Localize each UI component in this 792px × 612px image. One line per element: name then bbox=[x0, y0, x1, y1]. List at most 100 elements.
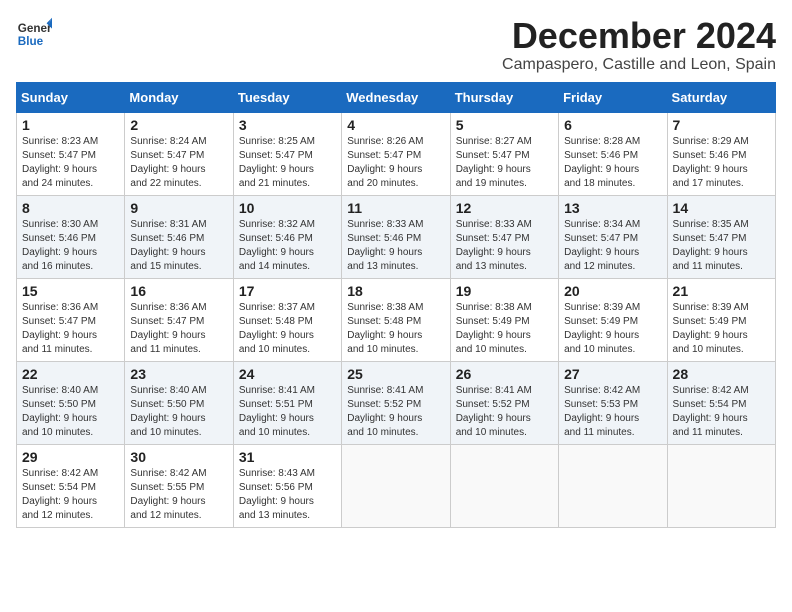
day-number: 29 bbox=[22, 449, 119, 465]
day-info: Sunrise: 8:26 AM Sunset: 5:47 PM Dayligh… bbox=[347, 135, 444, 191]
day-number: 21 bbox=[673, 283, 770, 299]
day-info: Sunrise: 8:30 AM Sunset: 5:46 PM Dayligh… bbox=[22, 218, 119, 274]
svg-text:Blue: Blue bbox=[18, 35, 44, 48]
day-number: 27 bbox=[564, 366, 661, 382]
calendar-cell: 28 Sunrise: 8:42 AM Sunset: 5:54 PM Dayli… bbox=[667, 361, 775, 444]
day-number: 3 bbox=[239, 117, 336, 133]
day-number: 15 bbox=[22, 283, 119, 299]
calendar-cell: 1 Sunrise: 8:23 AM Sunset: 5:47 PM Daylig… bbox=[17, 112, 125, 195]
day-number: 24 bbox=[239, 366, 336, 382]
calendar-cell: 25Sunrise: 8:41 AM Sunset: 5:52 PM Dayli… bbox=[342, 361, 450, 444]
calendar-cell: 11 Sunrise: 8:33 AM Sunset: 5:46 PM Dayli… bbox=[342, 195, 450, 278]
day-number: 30 bbox=[130, 449, 227, 465]
day-number: 28 bbox=[673, 366, 770, 382]
day-info: Sunrise: 8:41 AM Sunset: 5:52 PM Dayligh… bbox=[456, 384, 553, 440]
day-info: Sunrise: 8:35 AM Sunset: 5:47 PM Dayligh… bbox=[673, 218, 770, 274]
logo: General Blue bbox=[16, 16, 52, 52]
days-header-row: SundayMondayTuesdayWednesdayThursdayFrid… bbox=[17, 82, 776, 112]
day-number: 7 bbox=[673, 117, 770, 133]
day-number: 23 bbox=[130, 366, 227, 382]
calendar-cell: 7 Sunrise: 8:29 AM Sunset: 5:46 PM Daylig… bbox=[667, 112, 775, 195]
calendar-cell: 19 Sunrise: 8:38 AM Sunset: 5:49 PM Dayli… bbox=[450, 278, 558, 361]
calendar-cell: 3 Sunrise: 8:25 AM Sunset: 5:47 PM Daylig… bbox=[233, 112, 341, 195]
day-info: Sunrise: 8:38 AM Sunset: 5:48 PM Dayligh… bbox=[347, 301, 444, 357]
day-number: 6 bbox=[564, 117, 661, 133]
day-number: 13 bbox=[564, 200, 661, 216]
day-number: 2 bbox=[130, 117, 227, 133]
day-number: 5 bbox=[456, 117, 553, 133]
month-title: December 2024 bbox=[502, 16, 776, 56]
day-info: Sunrise: 8:42 AM Sunset: 5:53 PM Dayligh… bbox=[564, 384, 661, 440]
day-info: Sunrise: 8:42 AM Sunset: 5:55 PM Dayligh… bbox=[130, 467, 227, 523]
title-area: December 2024 Campaspero, Castille and L… bbox=[502, 16, 776, 74]
day-header-wednesday: Wednesday bbox=[342, 82, 450, 112]
calendar-cell: 4 Sunrise: 8:26 AM Sunset: 5:47 PM Daylig… bbox=[342, 112, 450, 195]
day-header-thursday: Thursday bbox=[450, 82, 558, 112]
calendar-cell: 18Sunrise: 8:38 AM Sunset: 5:48 PM Dayli… bbox=[342, 278, 450, 361]
calendar-cell: 20 Sunrise: 8:39 AM Sunset: 5:49 PM Dayli… bbox=[559, 278, 667, 361]
calendar-cell bbox=[342, 444, 450, 527]
day-info: Sunrise: 8:31 AM Sunset: 5:46 PM Dayligh… bbox=[130, 218, 227, 274]
day-number: 19 bbox=[456, 283, 553, 299]
day-number: 1 bbox=[22, 117, 119, 133]
calendar-cell bbox=[450, 444, 558, 527]
calendar-cell: 22Sunrise: 8:40 AM Sunset: 5:50 PM Dayli… bbox=[17, 361, 125, 444]
calendar-cell: 21Sunrise: 8:39 AM Sunset: 5:49 PM Dayli… bbox=[667, 278, 775, 361]
day-number: 17 bbox=[239, 283, 336, 299]
calendar-cell: 26 Sunrise: 8:41 AM Sunset: 5:52 PM Dayli… bbox=[450, 361, 558, 444]
day-number: 20 bbox=[564, 283, 661, 299]
day-info: Sunrise: 8:23 AM Sunset: 5:47 PM Dayligh… bbox=[22, 135, 119, 191]
calendar-cell: 12Sunrise: 8:33 AM Sunset: 5:47 PM Dayli… bbox=[450, 195, 558, 278]
day-info: Sunrise: 8:32 AM Sunset: 5:46 PM Dayligh… bbox=[239, 218, 336, 274]
calendar-cell: 17 Sunrise: 8:37 AM Sunset: 5:48 PM Dayli… bbox=[233, 278, 341, 361]
day-info: Sunrise: 8:33 AM Sunset: 5:46 PM Dayligh… bbox=[347, 218, 444, 274]
day-number: 11 bbox=[347, 200, 444, 216]
day-number: 25 bbox=[347, 366, 444, 382]
calendar-cell: 13Sunrise: 8:34 AM Sunset: 5:47 PM Dayli… bbox=[559, 195, 667, 278]
calendar-table: SundayMondayTuesdayWednesdayThursdayFrid… bbox=[16, 82, 776, 528]
day-info: Sunrise: 8:28 AM Sunset: 5:46 PM Dayligh… bbox=[564, 135, 661, 191]
day-number: 8 bbox=[22, 200, 119, 216]
calendar-cell: 23Sunrise: 8:40 AM Sunset: 5:50 PM Dayli… bbox=[125, 361, 233, 444]
calendar-cell: 6 Sunrise: 8:28 AM Sunset: 5:46 PM Daylig… bbox=[559, 112, 667, 195]
calendar-week-row: 22Sunrise: 8:40 AM Sunset: 5:50 PM Dayli… bbox=[17, 361, 776, 444]
day-number: 26 bbox=[456, 366, 553, 382]
calendar-cell: 9 Sunrise: 8:31 AM Sunset: 5:46 PM Daylig… bbox=[125, 195, 233, 278]
calendar-week-row: 15 Sunrise: 8:36 AM Sunset: 5:47 PM Dayli… bbox=[17, 278, 776, 361]
svg-text:General: General bbox=[18, 22, 52, 35]
logo-icon: General Blue bbox=[16, 16, 52, 52]
day-number: 12 bbox=[456, 200, 553, 216]
day-info: Sunrise: 8:42 AM Sunset: 5:54 PM Dayligh… bbox=[22, 467, 119, 523]
day-info: Sunrise: 8:41 AM Sunset: 5:51 PM Dayligh… bbox=[239, 384, 336, 440]
day-info: Sunrise: 8:27 AM Sunset: 5:47 PM Dayligh… bbox=[456, 135, 553, 191]
calendar-cell: 29 Sunrise: 8:42 AM Sunset: 5:54 PM Dayli… bbox=[17, 444, 125, 527]
day-info: Sunrise: 8:29 AM Sunset: 5:46 PM Dayligh… bbox=[673, 135, 770, 191]
calendar-cell bbox=[667, 444, 775, 527]
day-info: Sunrise: 8:38 AM Sunset: 5:49 PM Dayligh… bbox=[456, 301, 553, 357]
calendar-cell: 8 Sunrise: 8:30 AM Sunset: 5:46 PM Daylig… bbox=[17, 195, 125, 278]
calendar-cell: 16Sunrise: 8:36 AM Sunset: 5:47 PM Dayli… bbox=[125, 278, 233, 361]
day-header-monday: Monday bbox=[125, 82, 233, 112]
day-number: 4 bbox=[347, 117, 444, 133]
calendar-cell: 5 Sunrise: 8:27 AM Sunset: 5:47 PM Daylig… bbox=[450, 112, 558, 195]
calendar-week-row: 8 Sunrise: 8:30 AM Sunset: 5:46 PM Daylig… bbox=[17, 195, 776, 278]
calendar-cell: 15 Sunrise: 8:36 AM Sunset: 5:47 PM Dayli… bbox=[17, 278, 125, 361]
day-header-saturday: Saturday bbox=[667, 82, 775, 112]
calendar-week-row: 1 Sunrise: 8:23 AM Sunset: 5:47 PM Daylig… bbox=[17, 112, 776, 195]
day-info: Sunrise: 8:39 AM Sunset: 5:49 PM Dayligh… bbox=[564, 301, 661, 357]
day-info: Sunrise: 8:36 AM Sunset: 5:47 PM Dayligh… bbox=[22, 301, 119, 357]
day-header-tuesday: Tuesday bbox=[233, 82, 341, 112]
day-number: 22 bbox=[22, 366, 119, 382]
day-header-friday: Friday bbox=[559, 82, 667, 112]
day-number: 10 bbox=[239, 200, 336, 216]
day-number: 16 bbox=[130, 283, 227, 299]
day-number: 9 bbox=[130, 200, 227, 216]
page-header: General Blue December 2024 Campaspero, C… bbox=[16, 16, 776, 74]
day-info: Sunrise: 8:24 AM Sunset: 5:47 PM Dayligh… bbox=[130, 135, 227, 191]
location-title: Campaspero, Castille and Leon, Spain bbox=[502, 56, 776, 74]
day-info: Sunrise: 8:42 AM Sunset: 5:54 PM Dayligh… bbox=[673, 384, 770, 440]
day-number: 14 bbox=[673, 200, 770, 216]
day-number: 31 bbox=[239, 449, 336, 465]
day-info: Sunrise: 8:25 AM Sunset: 5:47 PM Dayligh… bbox=[239, 135, 336, 191]
day-info: Sunrise: 8:37 AM Sunset: 5:48 PM Dayligh… bbox=[239, 301, 336, 357]
